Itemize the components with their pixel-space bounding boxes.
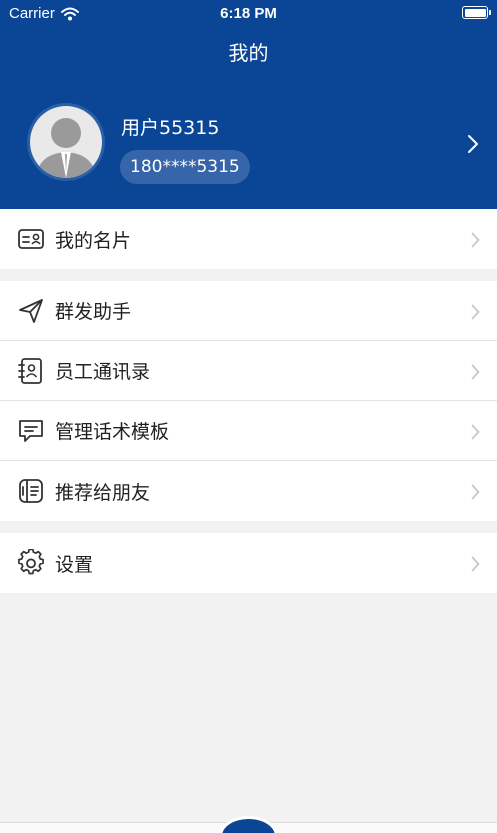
chevron-right-icon[interactable] [467,134,479,154]
menu-item-label: 员工通讯录 [55,361,151,383]
menu-item-label: 群发助手 [55,301,132,323]
paper-plane-icon [19,299,43,323]
menu-item-contacts[interactable]: 员工通讯录 [0,341,497,401]
menu-item-mass-send[interactable]: 群发助手 [0,281,497,341]
profile-name: 用户55315 [121,117,220,139]
menu-item-recommend[interactable]: 推荐给朋友 [0,461,497,521]
user-avatar-icon [30,106,102,178]
profile-phone: 180****5315 [120,150,250,184]
battery-icon [462,6,491,19]
card-icon [18,229,44,249]
chevron-right-icon [471,556,480,572]
contacts-book-icon [18,358,42,384]
gear-icon [18,549,44,575]
status-bar: Carrier 6:18 PM [0,0,497,26]
menu-group-card: 我的名片 [0,209,497,269]
chevron-right-icon [471,364,480,380]
share-card-icon [19,479,43,503]
chevron-right-icon [471,424,480,440]
menu-item-label: 设置 [55,553,94,576]
menu-item-settings[interactable]: 设置 [0,533,497,593]
menu-item-label: 我的名片 [55,229,132,252]
menu-item-scripts[interactable]: 管理话术模板 [0,401,497,461]
chevron-right-icon [471,484,480,500]
center-tab-button[interactable] [219,816,278,833]
page-title: 我的 [228,41,269,65]
chevron-right-icon [471,232,480,248]
chevron-right-icon [471,304,480,320]
menu-item-label: 推荐给朋友 [55,481,151,504]
menu-group-tools: 群发助手 员工通讯录 管理话术模板 推荐给朋友 [0,281,497,521]
profile-header: Carrier 6:18 PM 我的 用户55315 180****5315 [0,0,497,209]
menu-item-label: 管理话术模板 [55,421,170,443]
menu-group-settings: 设置 [0,533,497,593]
menu-item-my-card[interactable]: 我的名片 [0,209,497,269]
status-time: 6:18 PM [220,5,277,22]
chat-bubble-icon [19,420,43,442]
avatar[interactable] [27,103,105,181]
